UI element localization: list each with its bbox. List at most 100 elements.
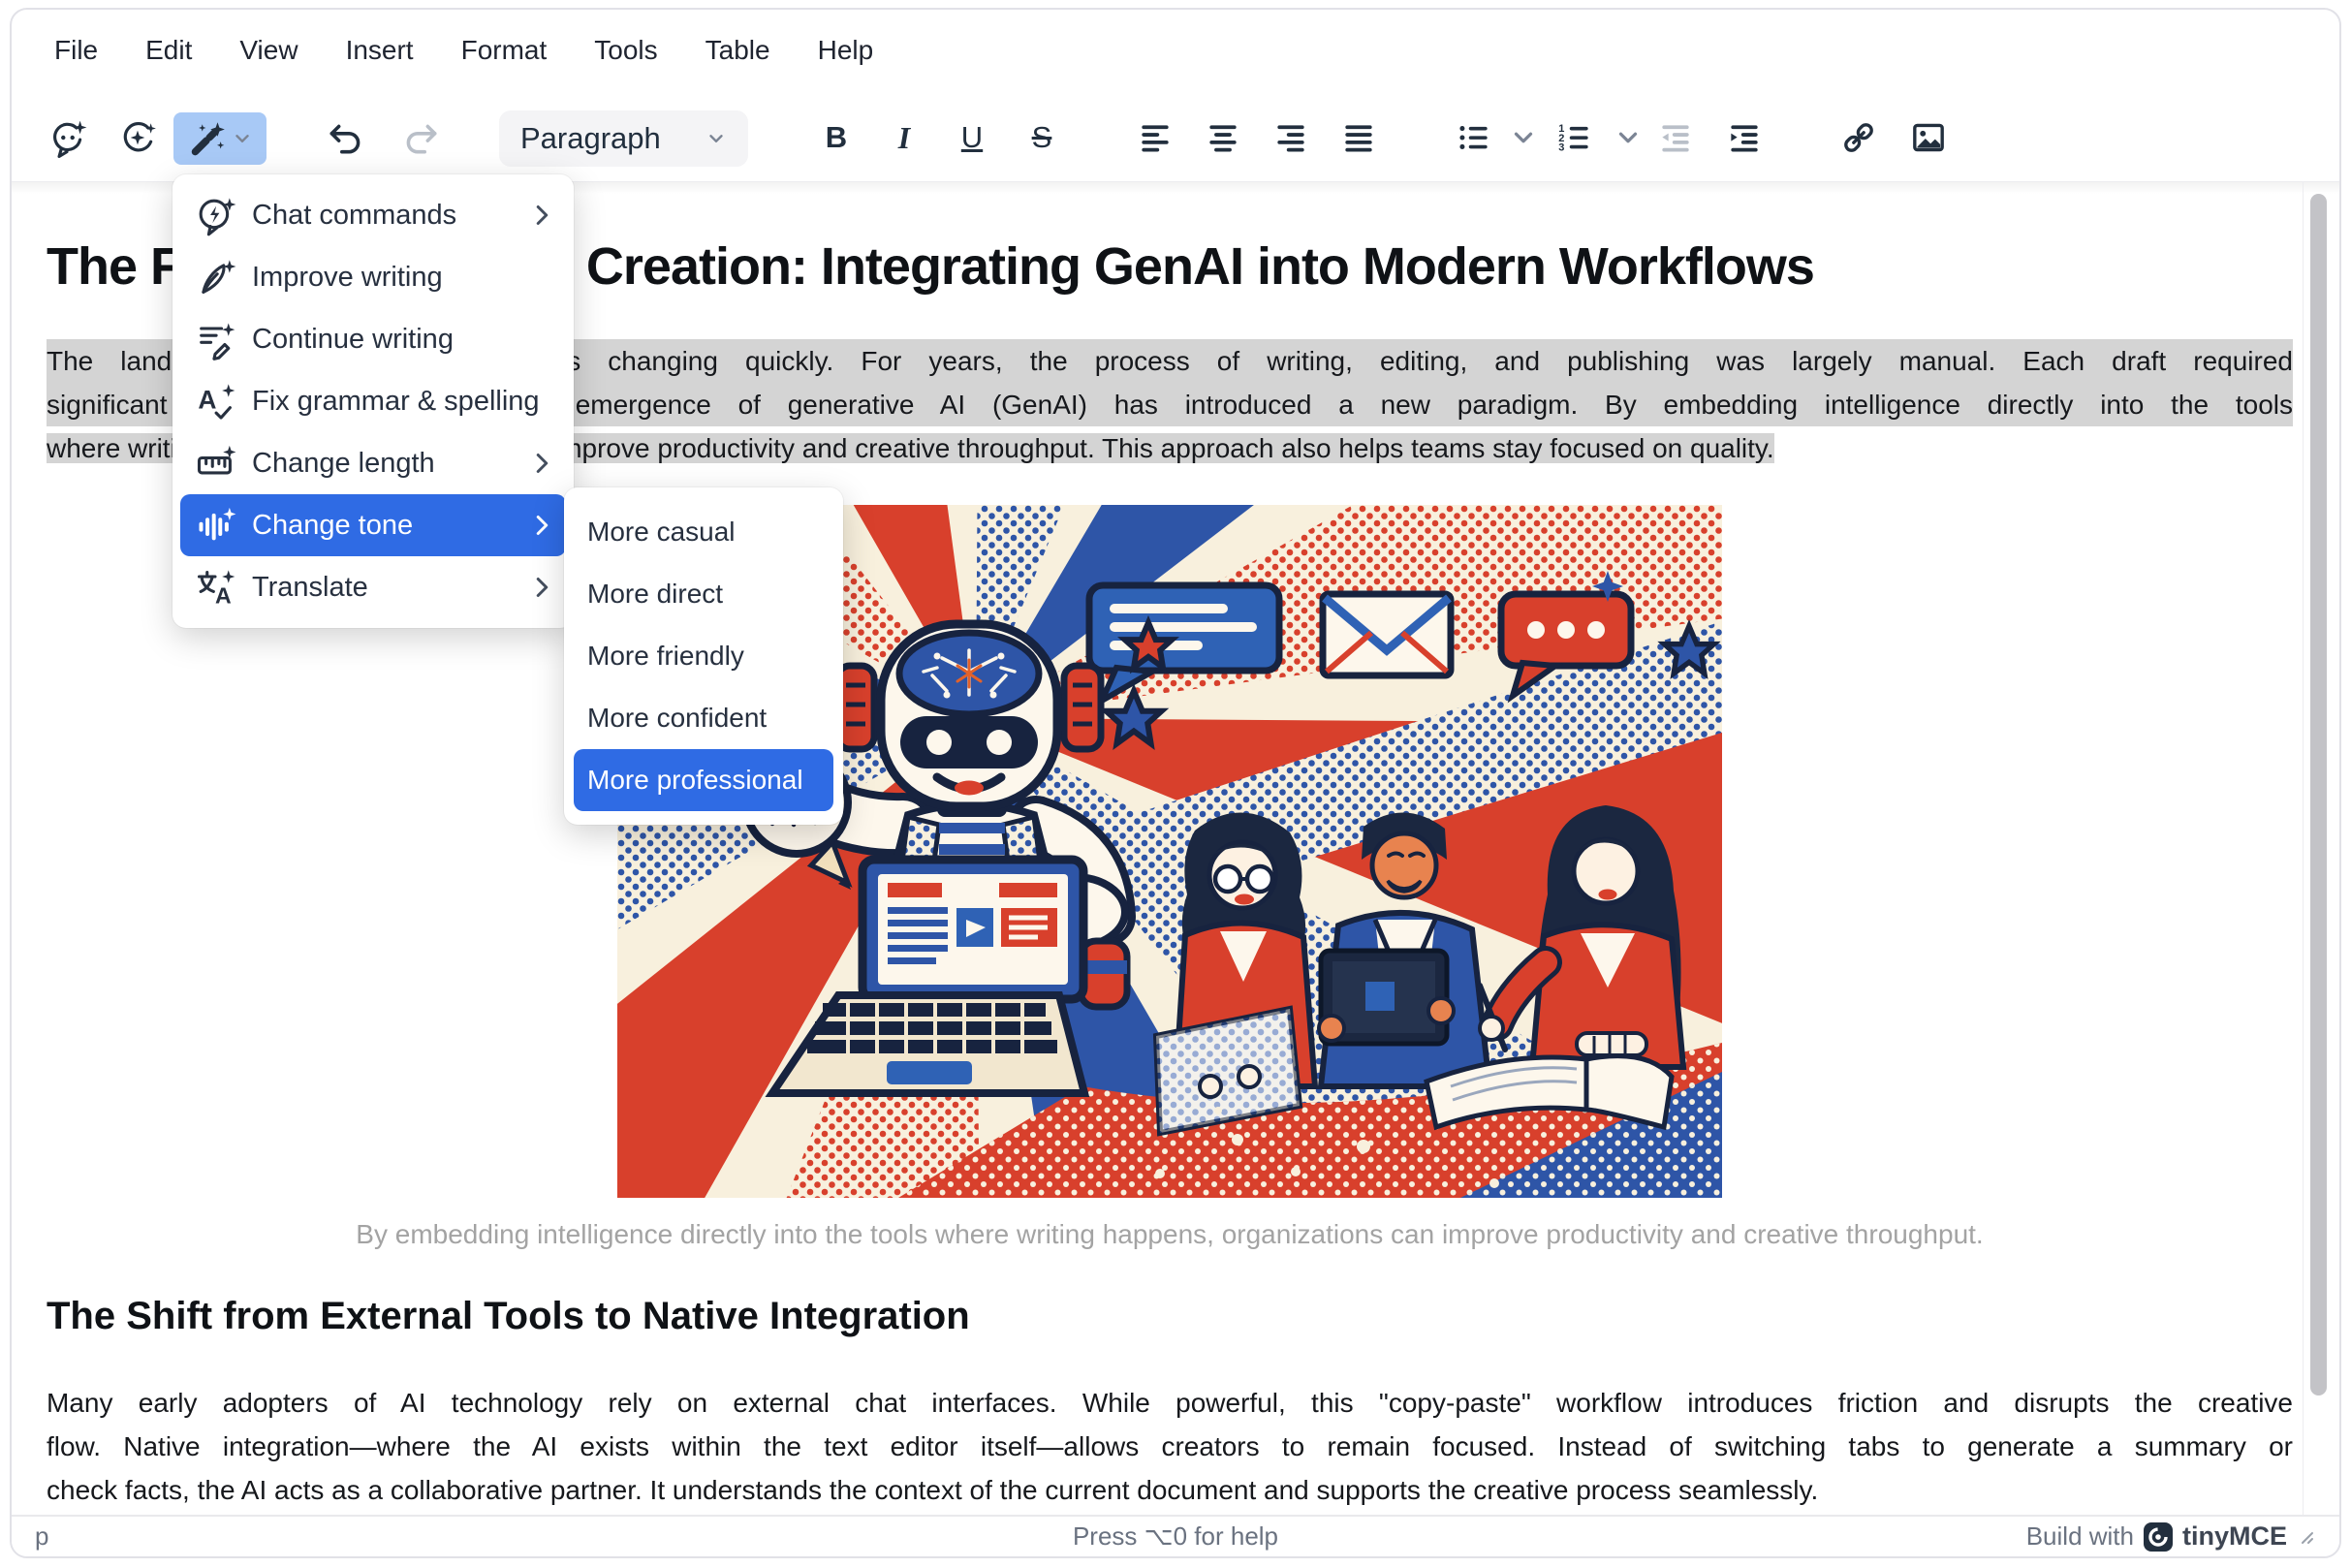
branding-prefix: Build with — [2026, 1521, 2134, 1552]
menu-help[interactable]: Help — [812, 33, 880, 68]
menu-item-improve-writing[interactable]: Improve writing — [180, 246, 566, 308]
menu-item-translate[interactable]: A Translate — [180, 556, 566, 618]
submenu-arrow-icon — [534, 513, 550, 538]
resize-grip-icon[interactable] — [2297, 1527, 2316, 1547]
menu-item-fix-grammar[interactable]: A Fix grammar & spelling — [180, 370, 566, 432]
chevron-down-icon — [232, 128, 253, 149]
submenu-arrow-icon — [534, 203, 550, 228]
justify-button[interactable] — [1332, 110, 1386, 165]
align-right-icon — [1270, 117, 1311, 158]
undo-icon — [326, 117, 366, 158]
tinymce-logo-icon — [2144, 1522, 2173, 1552]
bold-button[interactable]: B — [809, 110, 863, 165]
bullet-list-dropdown[interactable] — [1509, 110, 1538, 165]
submenu-arrow-icon — [534, 451, 550, 476]
link-icon — [1838, 117, 1879, 158]
block-format-value: Paragraph — [520, 121, 661, 156]
scrollbar-gutter — [2303, 181, 2304, 1515]
submenu-item-more-direct[interactable]: More direct — [574, 563, 833, 625]
ai-assistant-button[interactable] — [41, 110, 95, 165]
chevron-down-icon — [1509, 117, 1538, 158]
menu-item-label: Translate — [252, 572, 368, 604]
menu-item-label: Change length — [252, 448, 435, 480]
body-paragraph-line: flow. Native integration—where the AI ex… — [47, 1425, 2293, 1468]
chevron-down-icon — [1614, 117, 1643, 158]
menu-file[interactable]: File — [48, 33, 104, 68]
redo-button — [393, 110, 448, 165]
svg-text:3: 3 — [1558, 142, 1564, 154]
numbered-list-button[interactable]: 1 2 3 — [1548, 110, 1602, 165]
submenu-arrow-icon — [534, 575, 550, 600]
section-heading[interactable]: The Shift from External Tools to Native … — [47, 1295, 2293, 1338]
menu-item-label: Change tone — [252, 510, 413, 542]
toolbar: Paragraph B I U S — [12, 99, 2339, 174]
justify-icon — [1338, 117, 1379, 158]
menu-tools[interactable]: Tools — [588, 33, 663, 68]
improve-writing-icon — [194, 256, 236, 298]
envelope-icon — [1323, 594, 1451, 675]
submenu-item-more-friendly[interactable]: More friendly — [574, 625, 833, 687]
align-left-button[interactable] — [1128, 110, 1182, 165]
image-icon — [1908, 117, 1949, 158]
bullet-list-button[interactable] — [1447, 110, 1501, 165]
outdent-button — [1648, 110, 1703, 165]
submenu-item-more-confident[interactable]: More confident — [574, 687, 833, 749]
translate-icon: A — [194, 566, 236, 609]
numbered-list-dropdown[interactable] — [1614, 110, 1643, 165]
menu-item-label: Improve writing — [252, 262, 443, 294]
menu-item-change-tone[interactable]: Change tone — [180, 494, 566, 556]
help-shortcut-text: Press ⌥0 for help — [12, 1521, 2339, 1552]
indent-button[interactable] — [1717, 110, 1771, 165]
link-button[interactable] — [1832, 110, 1886, 165]
menu-item-change-length[interactable]: Change length — [180, 432, 566, 494]
figure-caption[interactable]: By embedding intelligence directly into … — [47, 1219, 2293, 1250]
chat-commands-icon — [194, 194, 236, 236]
outdent-icon — [1655, 117, 1696, 158]
tone-submenu: More casual More direct More friendly Mo… — [564, 487, 843, 825]
change-length-icon — [194, 442, 236, 485]
menu-item-label: Chat commands — [252, 200, 456, 232]
statusbar: p Press ⌥0 for help Build with tinyMCE — [12, 1515, 2339, 1556]
image-button[interactable] — [1901, 110, 1956, 165]
bullet-list-icon — [1454, 117, 1494, 158]
strikethrough-button[interactable]: S — [1015, 110, 1069, 165]
fix-grammar-icon: A — [194, 380, 236, 423]
chevron-down-icon — [705, 128, 727, 149]
ai-dropdown-menu: Chat commands Improve writing Continue w… — [172, 174, 574, 628]
menubar: File Edit View Insert Format Tools Table… — [48, 33, 879, 68]
ai-wand-icon — [187, 118, 228, 159]
submenu-item-more-professional[interactable]: More professional — [574, 749, 833, 811]
ai-review-button[interactable] — [110, 110, 165, 165]
ai-review-icon — [117, 117, 158, 158]
menu-view[interactable]: View — [234, 33, 303, 68]
ai-assistant-icon — [47, 117, 88, 158]
numbered-list-icon: 1 2 3 — [1554, 117, 1595, 158]
change-tone-icon — [194, 504, 236, 547]
block-format-select[interactable]: Paragraph — [499, 110, 748, 167]
svg-text:A: A — [198, 386, 216, 415]
menu-item-continue-writing[interactable]: Continue writing — [180, 308, 566, 370]
branding-name[interactable]: tinyMCE — [2182, 1521, 2287, 1552]
continue-writing-icon — [194, 318, 236, 361]
menu-item-label: Fix grammar & spelling — [252, 386, 540, 418]
undo-button[interactable] — [319, 110, 373, 165]
body-paragraph[interactable]: Many early adopters of AI technology rel… — [47, 1381, 2293, 1512]
align-center-button[interactable] — [1196, 110, 1250, 165]
ai-wand-button[interactable] — [173, 112, 266, 165]
align-left-icon — [1135, 117, 1176, 158]
align-right-button[interactable] — [1264, 110, 1318, 165]
scrollbar-thumb[interactable] — [2310, 194, 2327, 1396]
menu-item-chat-commands[interactable]: Chat commands — [180, 184, 566, 246]
italic-button[interactable]: I — [877, 110, 931, 165]
menu-table[interactable]: Table — [700, 33, 776, 68]
menu-item-label: Continue writing — [252, 324, 454, 356]
svg-text:A: A — [215, 583, 232, 609]
menu-format[interactable]: Format — [455, 33, 553, 68]
menu-insert[interactable]: Insert — [340, 33, 420, 68]
submenu-item-more-casual[interactable]: More casual — [574, 501, 833, 563]
redo-icon — [400, 117, 441, 158]
underline-button[interactable]: U — [945, 110, 999, 165]
indent-icon — [1724, 117, 1765, 158]
align-center-icon — [1203, 117, 1243, 158]
menu-edit[interactable]: Edit — [140, 33, 198, 68]
